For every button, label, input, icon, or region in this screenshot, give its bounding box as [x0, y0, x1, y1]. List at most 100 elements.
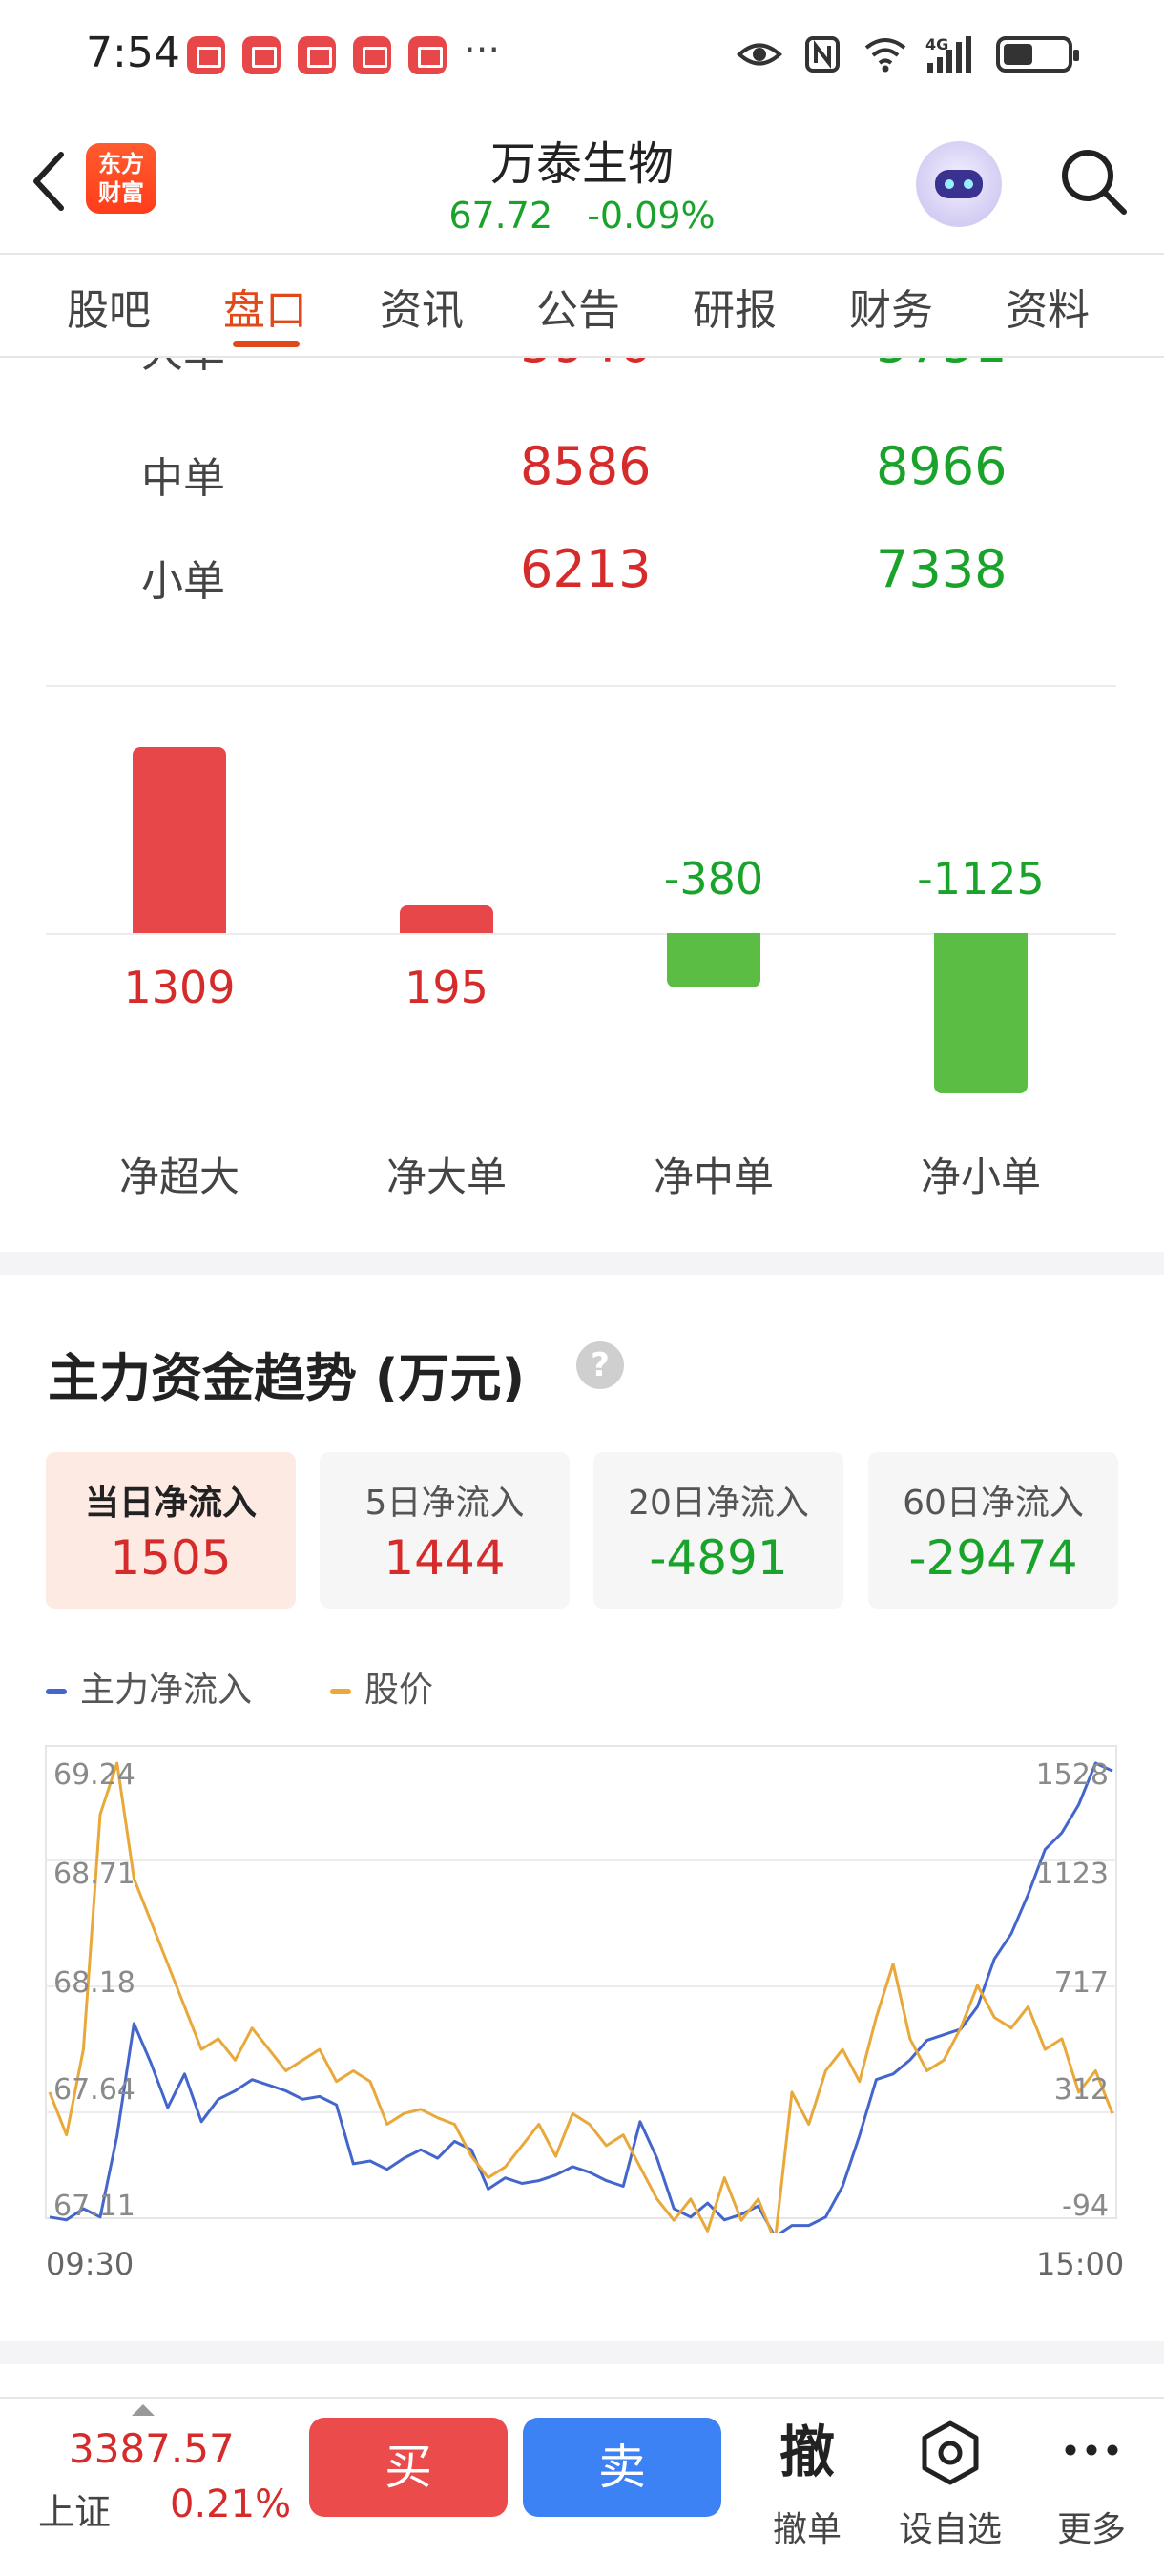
robot-eye	[945, 179, 954, 189]
index-change: 0.21%	[170, 2483, 292, 2526]
tab-bar: 股吧 盘口 资讯 公告 研报 财务 资料	[0, 253, 1164, 358]
notification-icons	[187, 36, 447, 74]
right-axis-tick: 717	[1054, 1966, 1109, 2000]
battery-icon	[996, 36, 1079, 73]
cancel-order-button[interactable]: 撤 撤单	[740, 2416, 874, 2551]
table-row: 中单 8586 8966	[0, 436, 1164, 512]
legend-label: 股价	[364, 1671, 434, 1710]
bar-2	[667, 933, 760, 987]
section-separator	[0, 2341, 1164, 2364]
card-60day-inflow[interactable]: 60日净流入 -29474	[868, 1452, 1118, 1609]
network-type-label: 4G	[925, 35, 948, 53]
bar-value-label: 195	[405, 962, 488, 1013]
status-bar: 7:54 ··· 4G	[0, 0, 1164, 114]
legend-item: 股价	[330, 1662, 433, 1712]
search-button[interactable]	[1055, 143, 1132, 219]
index-name: 上证	[38, 2491, 112, 2533]
card-value: -4891	[649, 1530, 788, 1586]
card-20day-inflow[interactable]: 20日净流入 -4891	[593, 1452, 843, 1609]
nfc-icon	[805, 36, 840, 73]
legend-swatch-orange	[330, 1689, 351, 1694]
row-label: 大单	[141, 358, 225, 379]
search-icon	[1062, 150, 1127, 215]
expand-up-icon[interactable]	[132, 2404, 155, 2416]
stock-change-pct: -0.09%	[587, 195, 716, 237]
robot-face-icon	[935, 170, 983, 198]
more-button[interactable]: 更多	[1025, 2416, 1158, 2551]
right-axis-tick: 1123	[1036, 1858, 1109, 1891]
buy-volume: 8586	[520, 436, 652, 496]
tab-news[interactable]: 资讯	[380, 276, 464, 337]
card-label: 60日净流入	[903, 1484, 1084, 1523]
left-axis-tick: 69.24	[53, 1758, 135, 1792]
stock-price: 67.72	[448, 195, 553, 237]
tab-research[interactable]: 研报	[693, 276, 777, 337]
status-time: 7:54	[86, 29, 180, 77]
card-label: 20日净流入	[628, 1484, 809, 1523]
sell-volume: 5751	[876, 358, 1007, 374]
row-label: 中单	[141, 454, 225, 503]
buy-button[interactable]: 买	[309, 2418, 508, 2517]
assistant-avatar[interactable]	[916, 141, 1002, 227]
bar-category-label: 净小单	[920, 1153, 1041, 1200]
card-label: 当日净流入	[84, 1484, 257, 1523]
sell-button[interactable]: 卖	[523, 2418, 721, 2517]
bar-category-label: 净大单	[385, 1153, 507, 1200]
bar-value-label: -380	[663, 853, 764, 904]
card-label: 5日净流入	[364, 1484, 525, 1523]
bar-value-label: -1125	[917, 853, 1045, 904]
card-value: 1505	[110, 1530, 232, 1586]
notification-app-icon	[298, 36, 336, 74]
price-line	[48, 1761, 1114, 2244]
status-more: ···	[464, 29, 501, 73]
bottom-action-bar: 3387.57 上证 0.21% 买 卖 撤 撤单 设自选 更多	[0, 2397, 1164, 2576]
card-value: 1444	[384, 1530, 506, 1586]
hexagon-settings-icon	[883, 2416, 1017, 2488]
sell-volume: 7338	[876, 539, 1008, 599]
tool-label: 撤单	[772, 2510, 842, 2549]
tool-label: 设自选	[898, 2510, 1002, 2549]
tab-guba[interactable]: 股吧	[67, 276, 151, 337]
left-axis-tick: 67.11	[53, 2190, 135, 2223]
net-flow-chart: 1309 净超大 195 净大单 -380 净中单 -1125 净小单	[0, 687, 1164, 1240]
sell-volume: 8966	[876, 436, 1008, 496]
notification-app-icon	[242, 36, 281, 74]
left-axis-tick: 68.71	[53, 1858, 135, 1891]
bar-category-label: 净超大	[118, 1153, 239, 1200]
signal-4g-icon: 4G	[925, 35, 971, 73]
buy-volume: 5946	[520, 358, 651, 374]
right-axis-tick: -94	[1062, 2190, 1109, 2223]
time-axis-end: 15:00	[1036, 2246, 1125, 2282]
legend-item: 主力净流入	[46, 1662, 252, 1712]
time-axis-start: 09:30	[46, 2246, 135, 2282]
buy-volume: 6213	[520, 539, 652, 599]
bar-category-label: 净中单	[653, 1153, 774, 1200]
legend-swatch-blue	[46, 1689, 67, 1694]
net-inflow-cards: 当日净流入 1505 5日净流入 1444 20日净流入 -4891 60日净流…	[46, 1452, 1118, 1609]
main-inflow-line	[49, 1761, 1113, 2238]
question-circle-icon[interactable]: ?	[576, 1341, 624, 1389]
row-label: 小单	[141, 557, 225, 606]
right-axis-tick: 312	[1054, 2073, 1109, 2107]
tab-profile[interactable]: 资料	[1006, 276, 1090, 337]
more-dots-icon	[1025, 2416, 1158, 2488]
section-separator	[0, 1252, 1164, 1275]
tab-announcements[interactable]: 公告	[536, 276, 620, 337]
tab-finance[interactable]: 财务	[849, 276, 933, 337]
bar-0	[133, 747, 226, 933]
trend-section-title: 主力资金趋势 (万元)	[48, 1348, 526, 1408]
chart-frame	[45, 1745, 1117, 2219]
card-today-inflow[interactable]: 当日净流入 1505	[46, 1452, 296, 1609]
tab-pankou[interactable]: 盘口	[223, 276, 307, 337]
index-value[interactable]: 3387.57	[69, 2425, 235, 2472]
card-5day-inflow[interactable]: 5日净流入 1444	[320, 1452, 570, 1609]
wifi-icon	[864, 38, 906, 73]
trend-chart-svg: 69.24 68.71 68.18 67.64 67.11 1528 1123 717 312 -…	[45, 1745, 1117, 2244]
right-axis-tick: 1528	[1036, 1758, 1109, 1792]
order-size-table: 大单 5946 5751 中单 8586 8966 小单 6213 7338	[0, 358, 1164, 682]
add-watchlist-button[interactable]: 设自选	[883, 2416, 1017, 2551]
card-value: -29474	[908, 1530, 1078, 1586]
bar-value-label: 1309	[123, 962, 236, 1013]
legend-label: 主力净流入	[80, 1671, 253, 1710]
bar-1	[400, 904, 493, 933]
